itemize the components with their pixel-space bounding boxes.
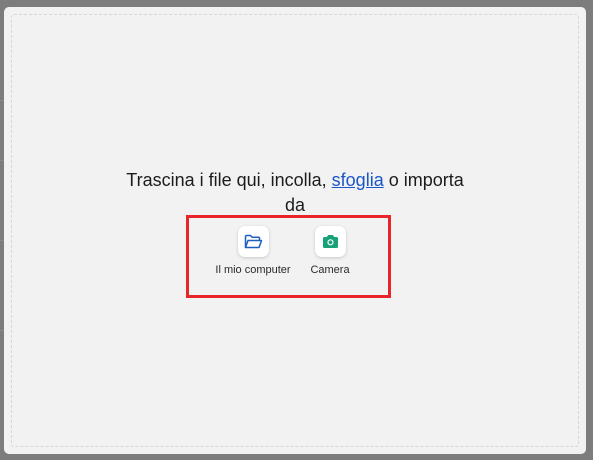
camera-icon [314, 226, 346, 257]
drop-prompt: Trascina i file qui, incolla, sfoglia o … [12, 168, 578, 218]
browse-link[interactable]: sfoglia [332, 170, 384, 190]
folder-open-icon [237, 226, 269, 257]
source-label: Il mio computer [215, 264, 291, 276]
source-label: Camera [310, 264, 350, 276]
drop-prompt-text: Trascina i file qui, incolla, [126, 170, 332, 190]
source-camera-button[interactable]: Camera [300, 226, 360, 276]
source-my-computer-button[interactable]: Il mio computer [208, 226, 298, 276]
drop-prompt-text-after: o importa [383, 170, 464, 190]
